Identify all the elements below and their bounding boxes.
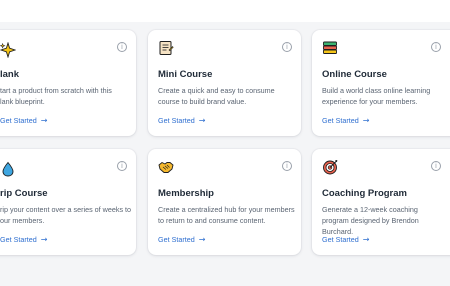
card-title: Coaching Program <box>322 188 407 199</box>
arrow-right-icon: → <box>362 116 370 125</box>
card-title: rip Course <box>0 188 48 199</box>
card-title: Membership <box>158 188 214 199</box>
books-icon <box>322 40 338 56</box>
card-mini-course[interactable]: i Mini Course Create a quick and easy to… <box>148 30 301 136</box>
card-description: tart a product from scratch with this la… <box>0 86 112 106</box>
card-blank[interactable]: i lank tart a product from scratch with … <box>0 30 136 136</box>
info-icon[interactable]: i <box>431 42 441 52</box>
cta-label: Get Started <box>322 116 359 125</box>
card-description: Build a world class online learning expe… <box>322 86 431 106</box>
card-description: rip your content over a series of weeks … <box>0 205 132 225</box>
arrow-right-icon: → <box>40 116 48 125</box>
card-drip-course[interactable]: i rip Course rip your content over a ser… <box>0 149 136 255</box>
card-membership[interactable]: i Membership Create a centralized hub fo… <box>148 149 301 255</box>
cta-label: Get Started <box>0 116 37 125</box>
card-coaching-program[interactable]: i Coaching Program Generate a 12-week co… <box>312 149 450 255</box>
get-started-link[interactable]: Get Started → <box>0 116 47 125</box>
drop-icon <box>0 161 16 177</box>
card-description: Create a centralized hub for your member… <box>158 205 295 225</box>
get-started-link[interactable]: Get Started → <box>0 235 47 244</box>
card-title: Online Course <box>322 69 387 80</box>
arrow-right-icon: → <box>40 235 48 244</box>
arrow-right-icon: → <box>198 116 206 125</box>
cta-label: Get Started <box>0 235 37 244</box>
template-grid: i lank tart a product from scratch with … <box>0 0 450 286</box>
info-icon[interactable]: i <box>117 161 127 171</box>
target-icon <box>322 159 338 175</box>
get-started-link[interactable]: Get Started → <box>158 235 205 244</box>
cta-label: Get Started <box>158 235 195 244</box>
cta-label: Get Started <box>158 116 195 125</box>
card-title: lank <box>0 69 20 80</box>
card-description: Generate a 12-week coaching program desi… <box>322 205 419 236</box>
card-online-course[interactable]: i Online Course Build a world class onli… <box>312 30 450 136</box>
card-description: Create a quick and easy to consume cours… <box>158 86 275 106</box>
get-started-link[interactable]: Get Started → <box>158 116 205 125</box>
get-started-link[interactable]: Get Started → <box>322 235 369 244</box>
cta-label: Get Started <box>322 235 359 244</box>
info-icon[interactable]: i <box>431 161 441 171</box>
arrow-right-icon: → <box>362 235 370 244</box>
info-icon[interactable]: i <box>282 42 292 52</box>
handshake-icon <box>158 159 174 175</box>
info-icon[interactable]: i <box>282 161 292 171</box>
info-icon[interactable]: i <box>117 42 127 52</box>
get-started-link[interactable]: Get Started → <box>322 116 369 125</box>
arrow-right-icon: → <box>198 235 206 244</box>
card-title: Mini Course <box>158 69 213 80</box>
sparkle-icon <box>0 41 17 59</box>
document-icon <box>158 40 174 56</box>
